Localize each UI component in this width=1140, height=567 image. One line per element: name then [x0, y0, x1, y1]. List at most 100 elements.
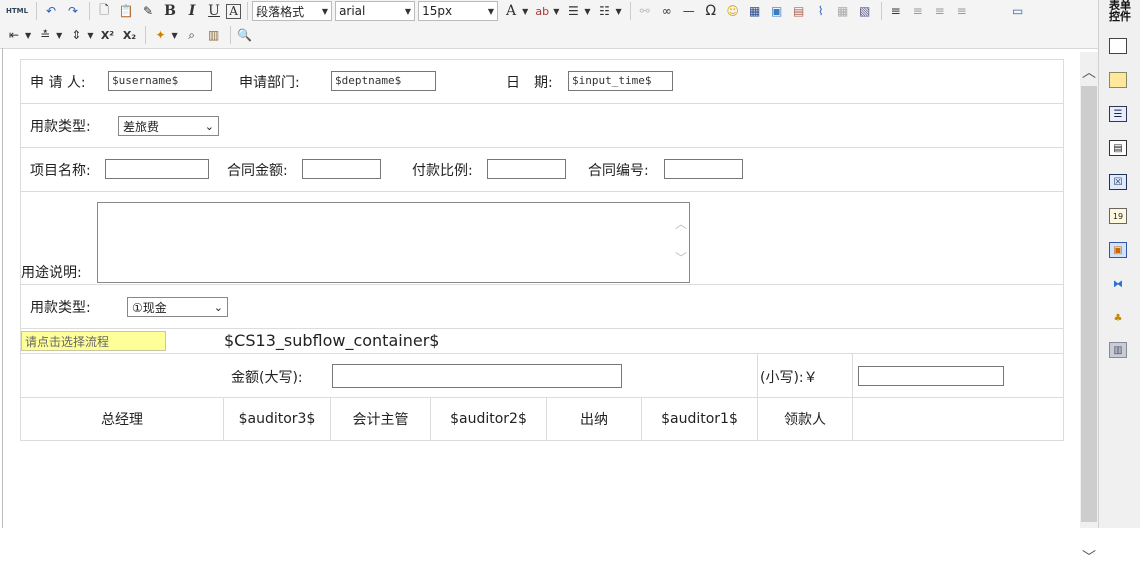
- purpose-textarea[interactable]: ︿ ﹀: [97, 202, 690, 283]
- numbered-list-icon[interactable]: ☷: [595, 1, 615, 21]
- amount-upper-field[interactable]: [332, 364, 622, 388]
- radio-control-icon[interactable]: ▤: [1109, 140, 1127, 156]
- users-icon[interactable]: ♣: [1109, 310, 1127, 326]
- auditor3-placeholder: $auditor3$: [223, 397, 331, 441]
- bold-button[interactable]: B: [160, 1, 180, 21]
- emoticon-icon[interactable]: ☺: [723, 1, 743, 21]
- chevron-down-icon[interactable]: ▼: [56, 31, 62, 40]
- image-control-icon[interactable]: ▣: [1109, 242, 1127, 258]
- bulleted-list-icon[interactable]: ☰: [563, 1, 583, 21]
- amount-lower-field[interactable]: [858, 366, 1004, 386]
- toolbar-row-2: ⇤ ▼ ≛ ▼ ⇕ ▼ X² X₂ ✦ ▼ ⌕ ▥ 🔍: [4, 24, 257, 46]
- underline-button[interactable]: U: [204, 1, 224, 21]
- attachment-icon[interactable]: ⌇: [811, 1, 831, 21]
- project-name-field[interactable]: [105, 159, 209, 179]
- find-icon[interactable]: ⌕: [182, 25, 202, 45]
- redo-icon[interactable]: ↷: [63, 1, 83, 21]
- payment-ratio-field[interactable]: [487, 159, 566, 179]
- font-color-button[interactable]: A: [501, 1, 521, 21]
- chevron-down-icon: ⌄: [204, 119, 214, 133]
- scrollbar-thumb[interactable]: [1081, 86, 1097, 522]
- department-label: 申请部门:: [239, 75, 300, 91]
- chevron-down-icon[interactable]: ▼: [584, 7, 590, 16]
- table-icon[interactable]: ▦: [833, 1, 853, 21]
- chevron-down-icon[interactable]: ▼: [616, 7, 622, 16]
- align-center-icon[interactable]: ≡: [908, 1, 928, 21]
- subscript-button[interactable]: X₂: [119, 25, 139, 45]
- paragraph-format-value: 段落格式: [256, 4, 305, 19]
- new-document-icon[interactable]: 🗋: [94, 1, 114, 21]
- date-field[interactable]: $input_time$: [568, 71, 673, 91]
- applicant-field[interactable]: $username$: [108, 71, 212, 91]
- align-right-icon[interactable]: ≡: [930, 1, 950, 21]
- paragraph-spacing-icon[interactable]: ≛: [35, 25, 55, 45]
- toolbar-divider: [36, 2, 38, 20]
- editor-scrollbar[interactable]: ︿ ﹀: [1080, 52, 1098, 566]
- toolbar-divider: [247, 2, 249, 20]
- chevron-down-icon[interactable]: ▼: [87, 31, 93, 40]
- applicant-label: 申 请 人:: [30, 75, 86, 91]
- select-control-icon[interactable]: ☰: [1109, 106, 1127, 122]
- magic-wand-icon[interactable]: ✦: [150, 25, 170, 45]
- form-row-approvals: 总经理 $auditor3$ 会计主管 $auditor2$ 出纳 $audit…: [20, 397, 1064, 441]
- subflow-container-placeholder: $CS13_subflow_container$: [224, 331, 440, 350]
- paste-icon[interactable]: 📋: [116, 1, 136, 21]
- chevron-down-icon[interactable]: ▼: [522, 7, 528, 16]
- database-icon[interactable]: ▥: [1109, 342, 1127, 358]
- font-family-select[interactable]: arial ▼: [335, 1, 416, 21]
- checkbox-control-icon[interactable]: ☒: [1109, 174, 1127, 190]
- chevron-down-icon[interactable]: ﹀: [1080, 547, 1098, 567]
- department-field[interactable]: $deptname$: [331, 71, 436, 91]
- search-icon[interactable]: 🔍: [235, 25, 255, 45]
- textbox-control-icon[interactable]: [1109, 38, 1127, 54]
- unlink-icon[interactable]: ⚯: [635, 1, 655, 21]
- highlight-button[interactable]: ab: [532, 1, 552, 21]
- horizontal-rule-icon[interactable]: —: [679, 1, 699, 21]
- link-icon[interactable]: ∞: [657, 1, 677, 21]
- chevron-up-icon[interactable]: ︿: [1080, 62, 1098, 82]
- font-size-select[interactable]: 15px ▼: [418, 1, 499, 21]
- film-icon[interactable]: ▦: [745, 1, 765, 21]
- payment-method-select[interactable]: ①现金 ⌄: [127, 297, 228, 317]
- eraser-icon[interactable]: ✎: [138, 1, 158, 21]
- auditor2-placeholder: $auditor2$: [430, 397, 547, 441]
- scroll-up-icon[interactable]: ︿: [675, 215, 687, 232]
- calendar-control-icon[interactable]: 19: [1109, 208, 1127, 224]
- align-left-icon[interactable]: ≡: [886, 1, 906, 21]
- html-source-button[interactable]: HTML: [4, 1, 30, 21]
- indent-icon[interactable]: ⇤: [4, 25, 24, 45]
- form-row-purpose: 用途说明: ︿ ﹀: [20, 191, 1064, 285]
- date-label: 日 期:: [506, 75, 553, 91]
- italic-button[interactable]: I: [182, 1, 202, 21]
- special-char-button[interactable]: Ω: [701, 1, 721, 21]
- contract-number-field[interactable]: [664, 159, 743, 179]
- form-row-payment-type: 用款类型: 差旅费 ⌄: [20, 103, 1064, 148]
- select-flow-button[interactable]: 请点击选择流程: [21, 331, 166, 351]
- paste-text-icon[interactable]: ▥: [204, 25, 224, 45]
- chevron-down-icon[interactable]: ▼: [171, 31, 177, 40]
- chevron-down-icon[interactable]: ▼: [25, 31, 31, 40]
- org-chart-icon[interactable]: ⧓: [1109, 276, 1127, 292]
- preview-icon[interactable]: ▭: [1008, 1, 1028, 21]
- payment-type-select[interactable]: 差旅费 ⌄: [118, 116, 219, 136]
- font-border-button[interactable]: A: [226, 3, 242, 19]
- general-manager-label: 总经理: [20, 397, 224, 441]
- contract-amount-field[interactable]: [302, 159, 381, 179]
- chevron-down-icon: ⌄: [213, 300, 223, 314]
- line-height-icon[interactable]: ⇕: [66, 25, 86, 45]
- scroll-down-icon[interactable]: ﹀: [675, 249, 687, 266]
- chevron-down-icon[interactable]: ▼: [553, 7, 559, 16]
- form-row-amount: 金额(大写): (小写):￥: [20, 353, 1064, 398]
- form-controls-title-line2: 控件: [1109, 10, 1131, 23]
- align-justify-icon[interactable]: ≡: [952, 1, 972, 21]
- toolbar-divider: [629, 2, 631, 20]
- image-gallery-icon[interactable]: ▤: [789, 1, 809, 21]
- template-icon[interactable]: ▧: [855, 1, 875, 21]
- paragraph-format-select[interactable]: 段落格式 ▼: [252, 1, 333, 21]
- textarea-control-icon[interactable]: [1109, 72, 1127, 88]
- project-name-label: 项目名称:: [30, 163, 91, 179]
- undo-icon[interactable]: ↶: [41, 1, 61, 21]
- insert-image-icon[interactable]: ▣: [767, 1, 787, 21]
- auditor1-placeholder: $auditor1$: [641, 397, 758, 441]
- superscript-button[interactable]: X²: [97, 25, 117, 45]
